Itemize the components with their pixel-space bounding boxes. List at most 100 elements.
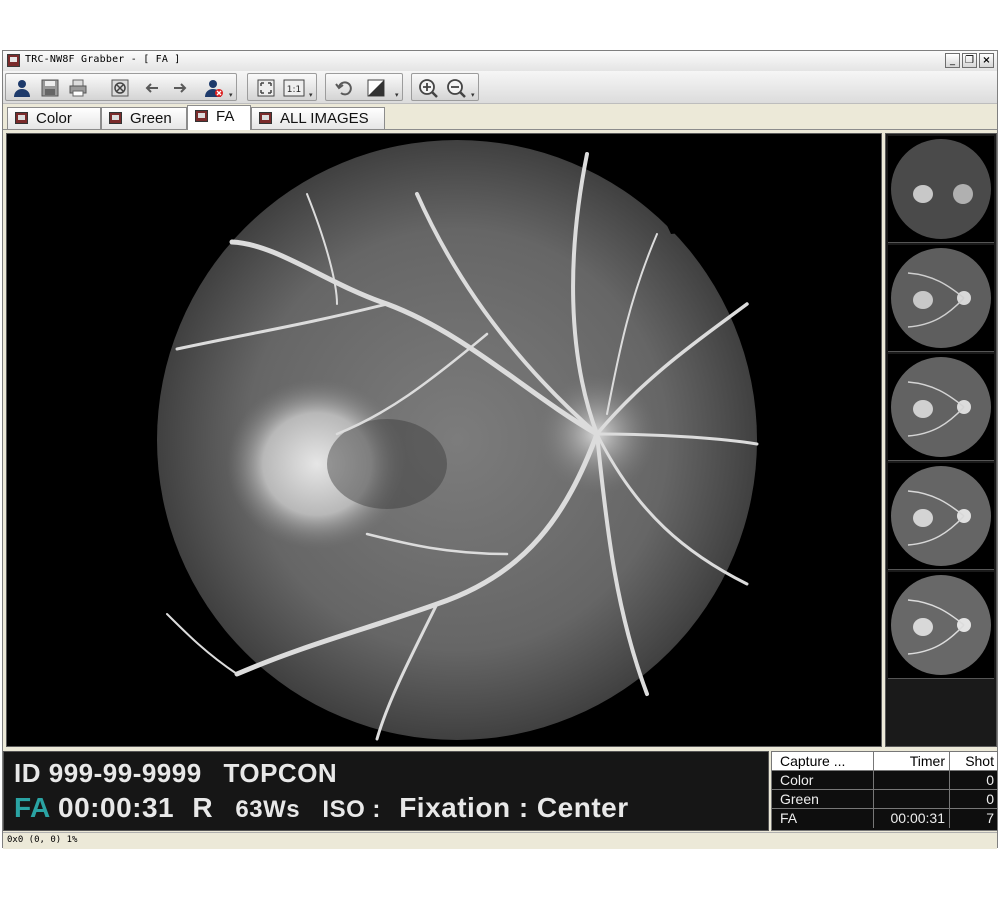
tab-green[interactable]: Green	[101, 107, 187, 129]
back-button[interactable]	[140, 77, 164, 99]
column-header-shot[interactable]: Shot	[950, 752, 997, 771]
thumbnail-image	[891, 575, 991, 675]
delete-image-button[interactable]	[108, 77, 132, 99]
image-icon	[109, 112, 122, 124]
forward-button[interactable]	[168, 77, 192, 99]
table-row[interactable]: FA 00:00:31 7	[772, 809, 997, 828]
thumbnail-3[interactable]	[888, 354, 994, 461]
thumbnail-4[interactable]	[888, 463, 994, 570]
capture-table: Capture ... Timer Shot Color 0 Green 0 F…	[771, 751, 998, 831]
undo-button[interactable]	[332, 77, 356, 99]
thumbnail-image	[891, 139, 991, 239]
tab-all-images[interactable]: ALL IMAGES	[251, 107, 385, 129]
window-title: TRC-NW8F Grabber - [ FA ]	[25, 54, 181, 65]
toolbar-group-zoom: ▾	[411, 73, 479, 101]
thumbnail-2[interactable]	[888, 245, 994, 352]
close-button[interactable]: ×	[979, 53, 994, 68]
column-header-capture[interactable]: Capture ...	[772, 752, 874, 771]
imaging-mode: FA	[14, 792, 50, 823]
save-icon	[41, 79, 59, 97]
app-icon	[7, 54, 20, 67]
company-name: TOPCON	[223, 758, 338, 788]
thumbnail-strip	[885, 133, 997, 747]
restore-button[interactable]: ❐	[962, 53, 977, 68]
zoom-out-button[interactable]	[444, 77, 468, 99]
column-header-timer[interactable]: Timer	[874, 752, 950, 771]
fit-screen-button[interactable]	[254, 77, 278, 99]
table-row[interactable]: Color 0	[772, 771, 997, 790]
image-icon	[195, 110, 208, 122]
status-bar: 0x0 (0, 0) 1%	[3, 832, 997, 849]
toolbar-group-view: 1:1 ▾	[247, 73, 317, 101]
tab-fa[interactable]: FA	[187, 105, 251, 130]
image-icon	[15, 112, 28, 124]
tab-label: Color	[36, 110, 72, 127]
tab-label: ALL IMAGES	[280, 110, 369, 127]
capture-name: Color	[772, 771, 874, 790]
iso-value: ISO :	[322, 796, 381, 823]
capture-name: Green	[772, 790, 874, 809]
dropdown-grip-icon[interactable]: ▾	[395, 92, 401, 99]
actual-size-button[interactable]: 1:1	[282, 77, 306, 99]
zoom-in-button[interactable]	[416, 77, 440, 99]
capture-timer	[874, 771, 950, 790]
delete-patient-icon	[205, 80, 223, 97]
back-arrow-icon	[145, 83, 158, 93]
thumbnail-image	[891, 357, 991, 457]
thumbnail-image	[891, 248, 991, 348]
toolbar-group-edit: ▾	[325, 73, 403, 101]
flash-intensity: 63Ws	[235, 796, 301, 823]
patient-button[interactable]	[10, 77, 34, 99]
zoom-in-icon	[419, 79, 438, 98]
title-bar[interactable]: TRC-NW8F Grabber - [ FA ] _ ❐ ×	[3, 51, 997, 72]
forward-arrow-icon	[174, 83, 187, 93]
capture-table-header: Capture ... Timer Shot	[772, 752, 997, 771]
patient-id-line: ID 999-99-9999 TOPCON	[14, 758, 337, 789]
thumbnail-5[interactable]	[888, 572, 994, 679]
capture-shot: 0	[986, 772, 994, 788]
fundus-image-viewer[interactable]	[6, 133, 882, 747]
delete-icon	[111, 79, 129, 97]
tab-label: Green	[130, 110, 172, 127]
toolbar: ▾ 1:1 ▾ ▾ ▾	[3, 71, 997, 104]
table-row[interactable]: Green 0	[772, 790, 997, 809]
save-button[interactable]	[38, 77, 62, 99]
elapsed-time: 00:00:31	[58, 792, 175, 823]
thumbnail-1[interactable]	[888, 136, 994, 243]
capture-timer	[874, 790, 950, 809]
undo-icon	[335, 81, 352, 96]
svg-text:1:1: 1:1	[287, 85, 301, 95]
id-label: ID	[14, 758, 41, 788]
dropdown-grip-icon[interactable]: ▾	[229, 92, 235, 99]
actual-size-icon: 1:1	[283, 79, 305, 97]
eye-side: R	[192, 792, 214, 823]
capture-shot: 7	[986, 810, 994, 826]
print-icon	[69, 79, 87, 97]
dropdown-grip-icon[interactable]: ▾	[471, 92, 477, 99]
patient-icon	[14, 80, 30, 97]
thumbnail-image	[891, 466, 991, 566]
dropdown-grip-icon[interactable]: ▾	[309, 92, 315, 99]
fit-screen-icon	[257, 79, 275, 97]
fundus-angiogram-image	[157, 140, 759, 741]
capture-shot: 0	[986, 791, 994, 807]
patient-info-panel: ID 999-99-9999 TOPCON FA 00:00:31 R 63Ws…	[3, 751, 769, 831]
macula-shadow	[327, 419, 447, 509]
capture-name: FA	[772, 809, 874, 828]
patient-id: 999-99-9999	[48, 758, 202, 788]
toolbar-group-file: ▾	[5, 73, 237, 101]
contrast-button[interactable]	[364, 77, 388, 99]
tab-color[interactable]: Color	[7, 107, 101, 129]
status-text: 0x0 (0, 0) 1%	[7, 835, 78, 845]
image-icon	[259, 112, 272, 124]
print-button[interactable]	[66, 77, 90, 99]
tab-label: FA	[216, 108, 235, 125]
zoom-out-icon	[447, 79, 466, 98]
fixation-position: Fixation : Center	[399, 792, 629, 823]
delete-patient-button[interactable]	[202, 77, 226, 99]
contrast-icon	[367, 79, 385, 97]
capture-timer: 00:00:31	[874, 809, 950, 828]
image-tabs: Color Green FA ALL IMAGES	[3, 104, 997, 130]
minimize-button[interactable]: _	[945, 53, 960, 68]
app-window: TRC-NW8F Grabber - [ FA ] _ ❐ × ▾ 1:1 ▾ …	[2, 50, 998, 849]
